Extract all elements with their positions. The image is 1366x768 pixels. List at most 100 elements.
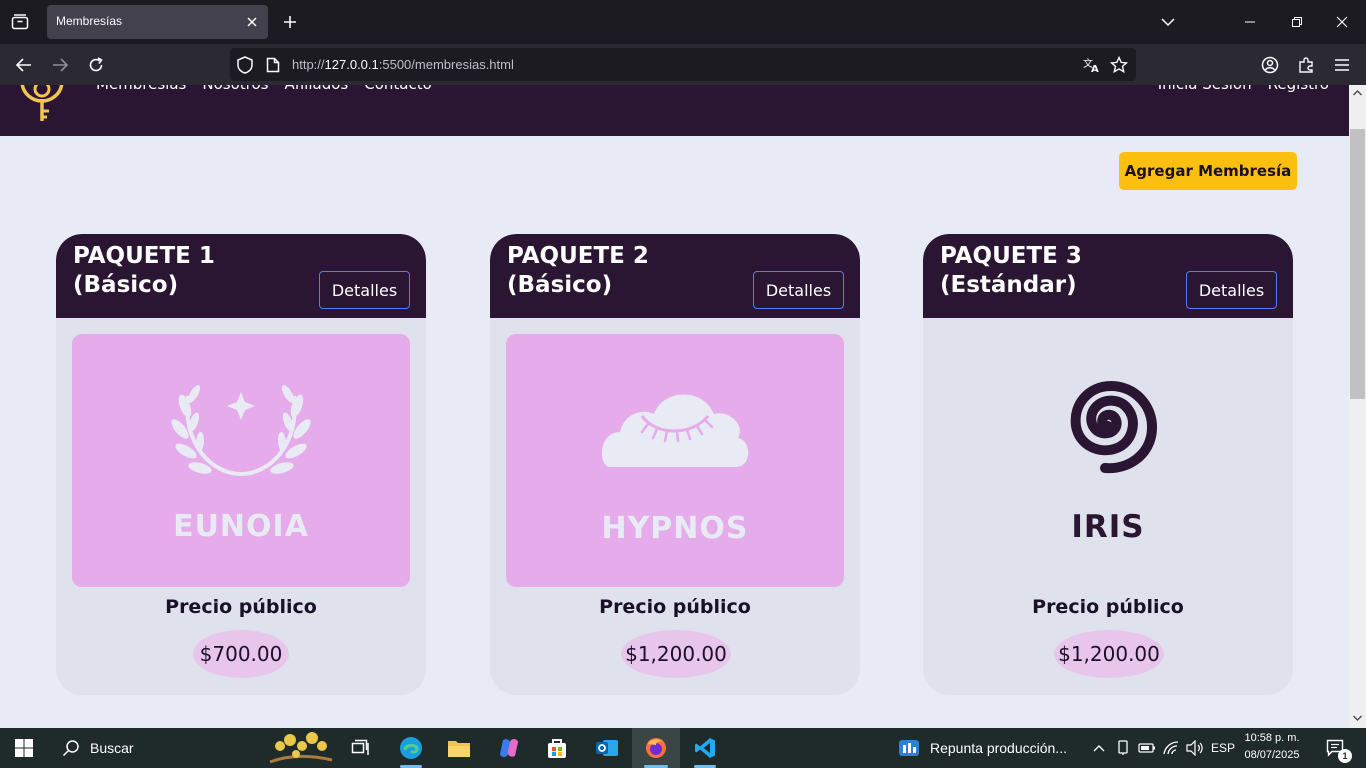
- price-value: $1,200.00: [621, 630, 731, 678]
- scroll-up-icon[interactable]: [1349, 87, 1366, 99]
- bookmark-star-icon[interactable]: [1108, 54, 1130, 76]
- url-path: :5500/membresias.html: [378, 57, 514, 72]
- sleeping-cloud-icon: [601, 394, 749, 467]
- scroll-down-icon[interactable]: [1349, 712, 1366, 724]
- url-text[interactable]: http://127.0.0.1:5500/membresias.html: [292, 57, 514, 72]
- extensions-button[interactable]: [1293, 52, 1319, 78]
- task-view-button[interactable]: [342, 728, 380, 768]
- new-tab-button[interactable]: [278, 10, 302, 34]
- browser-tabbar: Membresías: [0, 0, 1366, 44]
- card-header: PAQUETE 3 (Estándar) Detalles: [923, 234, 1293, 318]
- spiral-icon: [1070, 380, 1157, 474]
- shield-icon[interactable]: [234, 54, 256, 76]
- windows-logo-icon: [15, 739, 33, 757]
- add-membership-button[interactable]: Agregar Membresía: [1119, 152, 1297, 190]
- nav-link-membresias[interactable]: Membresías: [96, 85, 186, 93]
- nav-link-contacto[interactable]: Contacto: [364, 85, 432, 93]
- menu-button[interactable]: [1329, 52, 1355, 78]
- card-title-line1: PAQUETE 3: [940, 243, 1082, 269]
- restore-icon: [1292, 17, 1302, 27]
- network-button[interactable]: [1160, 728, 1182, 768]
- eunoia-brand-image: EUNOIA: [72, 334, 410, 587]
- restore-button[interactable]: [1285, 10, 1309, 34]
- auth-nav: Inicia Sesión Registro: [1158, 85, 1329, 93]
- key-logo-icon[interactable]: [16, 85, 68, 123]
- task-view-icon: [351, 739, 369, 755]
- nav-link-nosotros[interactable]: Nosotros: [202, 85, 268, 93]
- taskbar-search[interactable]: Buscar: [50, 728, 340, 768]
- clock[interactable]: 10:58 p. m. 08/07/2025: [1238, 730, 1306, 764]
- chevron-down-icon: [1161, 18, 1175, 26]
- start-button[interactable]: [0, 728, 48, 768]
- clock-date: 08/07/2025: [1244, 749, 1300, 761]
- price-value: $1,200.00: [1054, 630, 1164, 678]
- close-window-icon: [1336, 16, 1348, 28]
- brand-name: IRIS: [1071, 509, 1145, 545]
- forward-button[interactable]: [47, 52, 73, 78]
- page-icon[interactable]: [262, 54, 284, 76]
- brand-name: HYPNOS: [601, 511, 749, 546]
- arrow-right-icon: [53, 58, 68, 72]
- volume-button[interactable]: [1184, 728, 1206, 768]
- close-icon: [247, 17, 257, 27]
- address-bar[interactable]: http://127.0.0.1:5500/membresias.html 文 …: [230, 48, 1136, 81]
- tray-device-button[interactable]: [1114, 728, 1132, 768]
- price-label: Precio público: [1032, 596, 1184, 618]
- details-button[interactable]: Detalles: [319, 271, 410, 309]
- minimize-button[interactable]: [1238, 10, 1262, 34]
- stock-chart-icon: [899, 740, 919, 756]
- outlook-app[interactable]: [584, 728, 630, 768]
- widget-news[interactable]: Repunta producción...: [898, 728, 1078, 768]
- arrow-left-icon: [16, 58, 31, 72]
- wifi-icon: [1163, 741, 1179, 755]
- folder-icon: [448, 741, 470, 757]
- details-button[interactable]: Detalles: [753, 271, 844, 309]
- svg-text:A: A: [1091, 64, 1099, 73]
- battery-button[interactable]: [1136, 728, 1158, 768]
- register-link[interactable]: Registro: [1268, 85, 1329, 93]
- nav-link-afiliados[interactable]: Afiliados: [284, 85, 348, 93]
- taskbar: Buscar Repunta producción... ESP 10:58 p…: [0, 728, 1366, 768]
- tab-list-icon: [11, 14, 29, 30]
- card-title: PAQUETE 2 (Básico): [507, 242, 737, 300]
- firefox-icon: [646, 738, 666, 758]
- membership-card: PAQUETE 3 (Estándar) Detalles IRIS Preci…: [923, 234, 1293, 695]
- clock-time: 10:58 p. m.: [1244, 732, 1300, 744]
- edge-icon: [400, 737, 422, 759]
- language-indicator[interactable]: ESP: [1210, 728, 1236, 768]
- card-header: PAQUETE 2 (Básico) Detalles: [490, 234, 860, 318]
- membership-card: PAQUETE 2 (Básico) Detalles HYPNOS Preci…: [490, 234, 860, 695]
- tab-close-button[interactable]: [242, 12, 262, 32]
- chevron-up-icon: [1093, 745, 1105, 752]
- reload-button[interactable]: [83, 52, 109, 78]
- details-button[interactable]: Detalles: [1186, 271, 1277, 309]
- copilot-app[interactable]: [486, 728, 532, 768]
- battery-icon: [1138, 743, 1155, 753]
- store-app[interactable]: [534, 728, 580, 768]
- hamburger-icon: [1335, 59, 1349, 71]
- login-link[interactable]: Inicia Sesión: [1158, 85, 1252, 93]
- notifications-button[interactable]: 1: [1318, 728, 1354, 768]
- account-button[interactable]: [1257, 52, 1283, 78]
- edge-app[interactable]: [388, 728, 434, 768]
- vscode-app[interactable]: [682, 728, 728, 768]
- close-window-button[interactable]: [1330, 10, 1354, 34]
- card-title-line2: (Básico): [73, 272, 179, 298]
- tab-list-button[interactable]: [0, 0, 40, 44]
- scroll-thumb[interactable]: [1350, 129, 1365, 399]
- page-scrollbar[interactable]: [1349, 85, 1366, 728]
- file-explorer-app[interactable]: [436, 728, 482, 768]
- hypnos-brand-image: HYPNOS: [506, 334, 844, 587]
- firefox-app[interactable]: [632, 728, 680, 768]
- vscode-icon: [695, 738, 715, 758]
- show-hidden-icons-button[interactable]: [1090, 728, 1108, 768]
- back-button[interactable]: [11, 52, 37, 78]
- search-icon: [62, 740, 79, 757]
- store-icon: [548, 739, 566, 758]
- account-icon: [1261, 56, 1279, 74]
- tab-membresias[interactable]: Membresías: [47, 5, 268, 39]
- device-icon: [1118, 740, 1128, 755]
- translate-icon[interactable]: 文 A: [1081, 54, 1103, 76]
- list-all-tabs-button[interactable]: [1156, 10, 1180, 34]
- search-highlight-image: [269, 732, 333, 764]
